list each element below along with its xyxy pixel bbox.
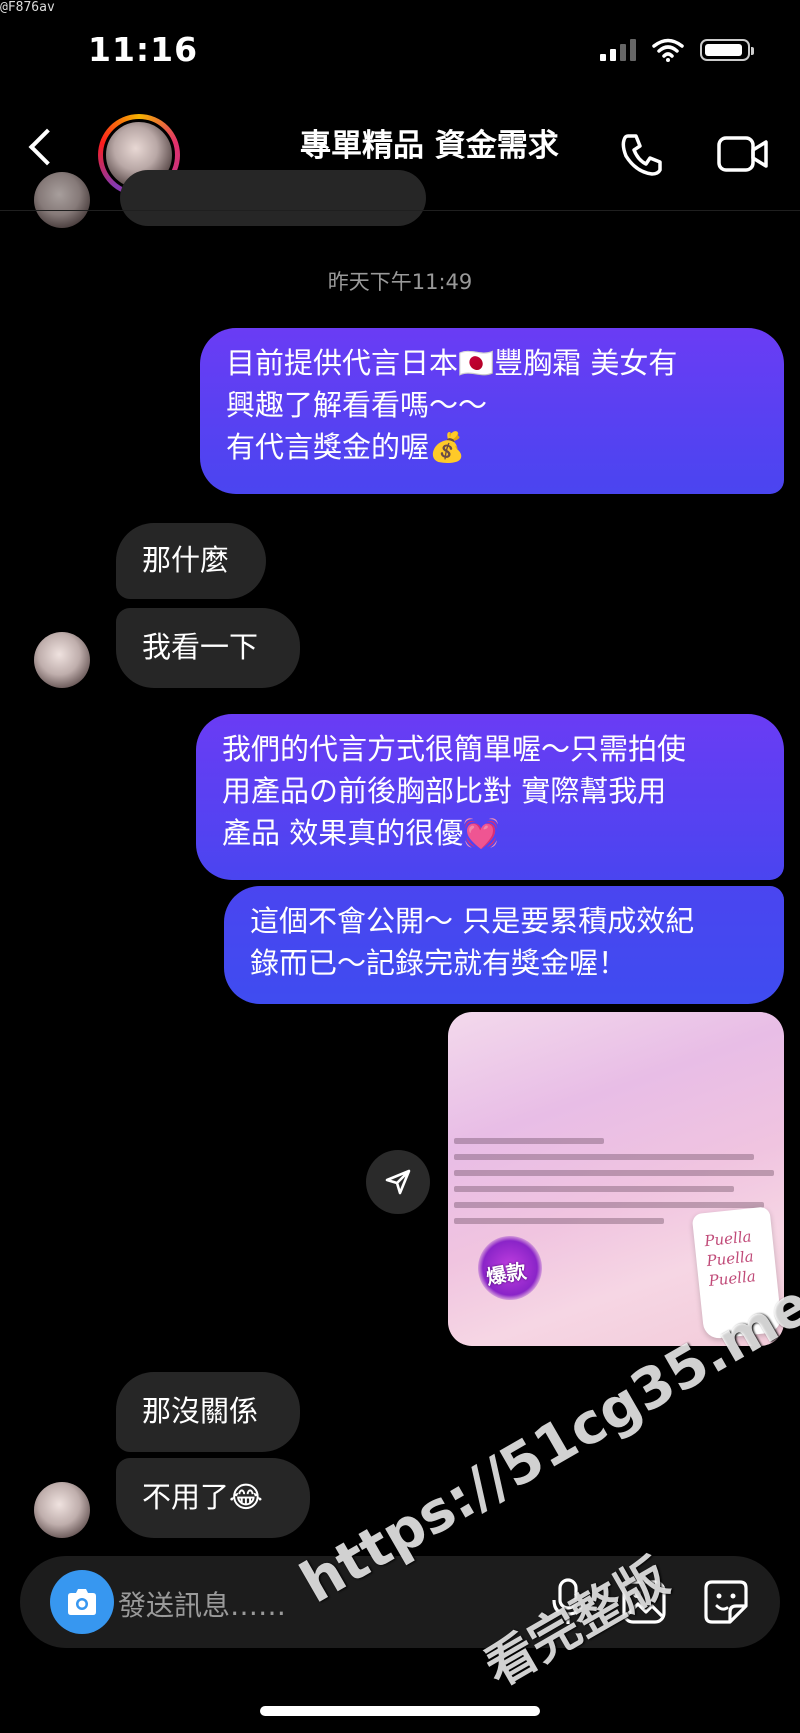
status-time: 11:16 (88, 30, 199, 69)
watermark-handle: @F876av (0, 0, 55, 15)
sender-avatar[interactable] (34, 632, 90, 688)
previous-message-bubble (120, 170, 426, 226)
incoming-message[interactable]: 那什麼 (116, 523, 266, 599)
forward-button[interactable] (366, 1150, 430, 1214)
home-indicator (260, 1706, 540, 1716)
wifi-icon (652, 38, 684, 62)
message-line: 我們的代言方式很簡單喔～只需拍使 (222, 732, 687, 766)
header-divider (0, 210, 800, 211)
outgoing-message[interactable]: 目前提供代言日本🇯🇵豐胸霜 美女有 興趣了解看看嗎～～ 有代言獎金的喔💰 (200, 328, 784, 494)
cellular-signal-icon (600, 39, 636, 61)
outgoing-message[interactable]: 這個不會公開～ 只是要累積成效紀 錄而已～記錄完就有獎金喔！ (224, 886, 784, 1004)
paper-plane-icon (385, 1169, 411, 1195)
outgoing-message[interactable]: 我們的代言方式很簡單喔～只需拍使 用產品の前後胸部比對 實際幫我用 產品 效果真… (196, 714, 784, 880)
message-timestamp: 昨天下午11:49 (327, 270, 473, 294)
message-line: 用產品の前後胸部比對 實際幫我用 (222, 774, 667, 808)
sender-avatar[interactable] (34, 1482, 90, 1538)
incoming-message[interactable]: 我看一下 (116, 608, 300, 688)
status-icons (600, 38, 754, 62)
phone-call-icon[interactable] (618, 130, 666, 178)
incoming-message[interactable]: 那沒關係 (116, 1372, 300, 1452)
message-line: 目前提供代言日本🇯🇵豐胸霜 美女有 (226, 346, 678, 380)
image-message[interactable]: 爆款 Puella Puella Puella (448, 1012, 784, 1346)
incoming-message[interactable]: 不用了😂 (116, 1458, 310, 1538)
message-line: 有代言獎金的喔💰 (226, 430, 466, 464)
message-line: 興趣了解看看嗎～～ (226, 388, 488, 422)
video-call-icon[interactable] (716, 130, 770, 178)
message-line: 產品 效果真的很優💓 (222, 816, 500, 850)
back-icon[interactable] (28, 128, 66, 166)
message-text: 我看一下 (142, 630, 259, 664)
message-text: 那沒關係 (142, 1394, 259, 1428)
message-text: 那什麼 (142, 543, 230, 577)
sticker-icon[interactable] (702, 1578, 750, 1626)
contact-name[interactable]: 專單精品 資金需求 (300, 120, 559, 165)
battery-icon (700, 39, 754, 61)
product-label: Puella (707, 1267, 757, 1290)
message-text: 不用了😂 (142, 1480, 263, 1514)
sender-avatar[interactable] (34, 172, 90, 228)
message-input[interactable]: 發送訊息…… (118, 1584, 286, 1624)
camera-icon (68, 1589, 96, 1615)
message-line: 錄而已～記錄完就有獎金喔！ (250, 946, 628, 980)
message-line: 這個不會公開～ 只是要累積成效紀 (250, 904, 695, 938)
camera-button[interactable] (50, 1570, 114, 1634)
